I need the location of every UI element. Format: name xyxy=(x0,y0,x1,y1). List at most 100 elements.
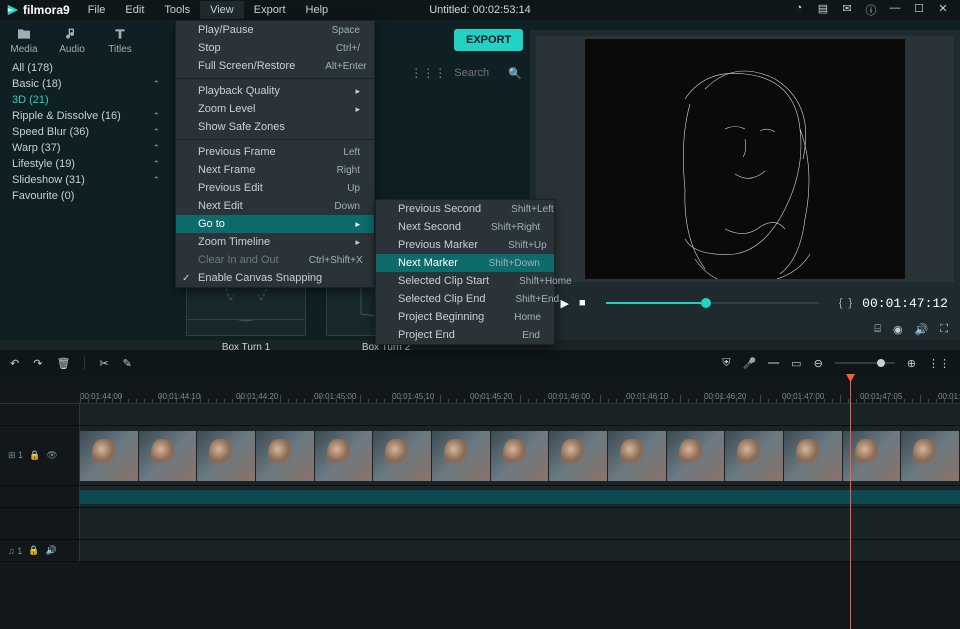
goto-submenu: Previous SecondShift+LeftNext SecondShif… xyxy=(375,199,555,345)
search-icon[interactable]: 🔍 xyxy=(508,67,522,80)
stop-icon[interactable]: ■ xyxy=(579,297,586,309)
shield-icon[interactable]: ⛨ xyxy=(722,357,730,370)
audio-sub-track[interactable] xyxy=(0,486,960,508)
menu-item[interactable]: Play/PauseSpace xyxy=(176,21,374,39)
menu-label: Next Edit xyxy=(198,200,243,212)
sidebar-label: Lifestyle (19) xyxy=(12,158,75,170)
menu-item[interactable]: Previous FrameLeft xyxy=(176,143,374,161)
category-sidebar: All (178)Basic (18)⌃3D (21)Ripple & Diss… xyxy=(0,60,170,340)
undo-icon[interactable]: ↶ xyxy=(10,357,19,370)
sidebar-item[interactable]: Basic (18)⌃ xyxy=(0,76,170,92)
sidebar-item[interactable]: Favourite (0) xyxy=(0,188,170,204)
menu-item[interactable]: Previous EditUp xyxy=(176,179,374,197)
clip-frame xyxy=(843,431,902,481)
menu-item[interactable]: Project BeginningHome xyxy=(376,308,554,326)
redo-icon[interactable]: ↷ xyxy=(33,357,42,370)
menu-item[interactable]: ✓Enable Canvas Snapping xyxy=(176,269,374,287)
menu-item[interactable]: Selected Clip EndShift+End xyxy=(376,290,554,308)
lock-icon[interactable]: 🔒 xyxy=(28,545,39,556)
menu-item[interactable]: Zoom Level▸ xyxy=(176,100,374,118)
menu-item[interactable]: Zoom Timeline▸ xyxy=(176,233,374,251)
sidebar-item[interactable]: Lifestyle (19)⌃ xyxy=(0,156,170,172)
menu-item[interactable]: Show Safe Zones xyxy=(176,118,374,136)
sidebar-item[interactable]: Slideshow (31)⌃ xyxy=(0,172,170,188)
mail-icon[interactable]: ✉ xyxy=(840,2,854,18)
fullscreen-icon[interactable]: ⛶ xyxy=(940,323,948,336)
menu-edit[interactable]: Edit xyxy=(115,1,154,19)
menu-item[interactable]: Playback Quality▸ xyxy=(176,82,374,100)
speaker-icon[interactable]: 🔊 xyxy=(45,545,56,556)
search-box[interactable]: 🔍 xyxy=(454,67,522,80)
tag-icon[interactable]: ▭ xyxy=(791,357,801,370)
clip-frame xyxy=(901,431,960,481)
preview-scrubber[interactable] xyxy=(606,302,819,304)
menu-item[interactable]: Next FrameRight xyxy=(176,161,374,179)
menu-item[interactable]: Next MarkerShift+Down xyxy=(376,254,554,272)
zoom-slider[interactable] xyxy=(835,362,895,364)
playall-icon[interactable]: ▶ xyxy=(560,297,568,310)
export-button[interactable]: EXPORT xyxy=(454,29,523,51)
audio-waveform[interactable] xyxy=(80,490,960,504)
account-icon[interactable]: ◔ xyxy=(792,2,806,18)
menu-help[interactable]: Help xyxy=(296,1,339,19)
tab-media[interactable]: Media xyxy=(0,20,48,60)
menu-item[interactable]: Go to▸ xyxy=(176,215,374,233)
menu-label: Project Beginning xyxy=(398,311,484,323)
cut-icon[interactable]: ✂ xyxy=(99,357,108,370)
audio-track-head[interactable]: ♫ 1 🔒 🔊 xyxy=(0,540,80,561)
menu-tools[interactable]: Tools xyxy=(154,1,200,19)
menu-file[interactable]: File xyxy=(78,1,116,19)
sidebar-item[interactable]: Speed Blur (36)⌃ xyxy=(0,124,170,140)
zoom-in-icon[interactable]: ⊕ xyxy=(907,357,916,370)
audio-track[interactable]: ♫ 1 🔒 🔊 xyxy=(0,540,960,562)
menu-export[interactable]: Export xyxy=(244,1,296,19)
settings-icon[interactable]: ⋮⋮ xyxy=(928,357,950,370)
lock-icon[interactable]: 🔒 xyxy=(29,450,40,461)
menu-item[interactable]: StopCtrl+/ xyxy=(176,39,374,57)
tab-titles[interactable]: Titles xyxy=(96,20,144,60)
timeline-ruler[interactable]: 00:01:44:0000:01:44:1000:01:44:2000:01:4… xyxy=(0,376,960,404)
edit-icon[interactable]: ✎ xyxy=(123,357,132,370)
hotkey: Shift+Right xyxy=(461,222,540,233)
menu-view[interactable]: View xyxy=(200,1,244,19)
bracket-controls[interactable]: { } xyxy=(839,297,852,309)
video-track[interactable]: ⊞ 1 🔒 👁 xyxy=(0,426,960,486)
menu-item[interactable]: Previous MarkerShift+Up xyxy=(376,236,554,254)
menu-item[interactable]: Next SecondShift+Right xyxy=(376,218,554,236)
sidebar-item[interactable]: Ripple & Dissolve (16)⌃ xyxy=(0,108,170,124)
sidebar-label: Warp (37) xyxy=(12,142,61,154)
zoom-out-icon[interactable]: ⊖ xyxy=(814,357,823,370)
mic-icon[interactable]: 🎤 xyxy=(742,357,756,370)
menu-label: Show Safe Zones xyxy=(198,121,285,133)
menu-item[interactable]: Selected Clip StartShift+Home xyxy=(376,272,554,290)
video-clip[interactable] xyxy=(80,431,960,481)
menu-item[interactable]: Clear In and OutCtrl+Shift+X xyxy=(176,251,374,269)
volume-icon[interactable]: 🔊 xyxy=(915,323,929,336)
save-icon[interactable]: ▤ xyxy=(816,2,830,18)
close-icon[interactable]: ✕ xyxy=(936,2,950,18)
eye-icon[interactable]: 👁 xyxy=(46,450,57,461)
minimize-icon[interactable]: — xyxy=(888,2,902,18)
display-icon[interactable]: ⌸ xyxy=(874,323,881,336)
mixer-icon[interactable]: ⎯⎯ xyxy=(768,357,779,370)
info-icon[interactable]: ⓘ xyxy=(864,2,878,18)
menu-item[interactable]: Project EndEnd xyxy=(376,326,554,344)
snapshot-icon[interactable]: ◉ xyxy=(893,323,903,336)
sidebar-item[interactable]: Warp (37)⌃ xyxy=(0,140,170,156)
search-input[interactable] xyxy=(454,67,504,79)
menu-item[interactable]: Full Screen/RestoreAlt+Enter xyxy=(176,57,374,75)
sidebar-item[interactable]: 3D (21) xyxy=(0,92,170,108)
clip-frame xyxy=(256,431,315,481)
delete-icon[interactable]: 🗑 xyxy=(56,357,70,370)
sidebar-item[interactable]: All (178) xyxy=(0,60,170,76)
menu-label: Previous Second xyxy=(398,203,481,215)
playhead[interactable] xyxy=(850,376,851,629)
menu-item[interactable]: Next EditDown xyxy=(176,197,374,215)
video-track-head[interactable]: ⊞ 1 🔒 👁 xyxy=(0,426,80,485)
tab-audio[interactable]: Audio xyxy=(48,20,96,60)
menu-item[interactable]: Previous SecondShift+Left xyxy=(376,200,554,218)
grid-view-icon[interactable]: ⋮⋮⋮ xyxy=(410,66,446,80)
maximize-icon[interactable]: ☐ xyxy=(912,2,926,18)
chevron-right-icon: ▸ xyxy=(335,237,360,248)
preview-canvas[interactable] xyxy=(536,36,954,282)
